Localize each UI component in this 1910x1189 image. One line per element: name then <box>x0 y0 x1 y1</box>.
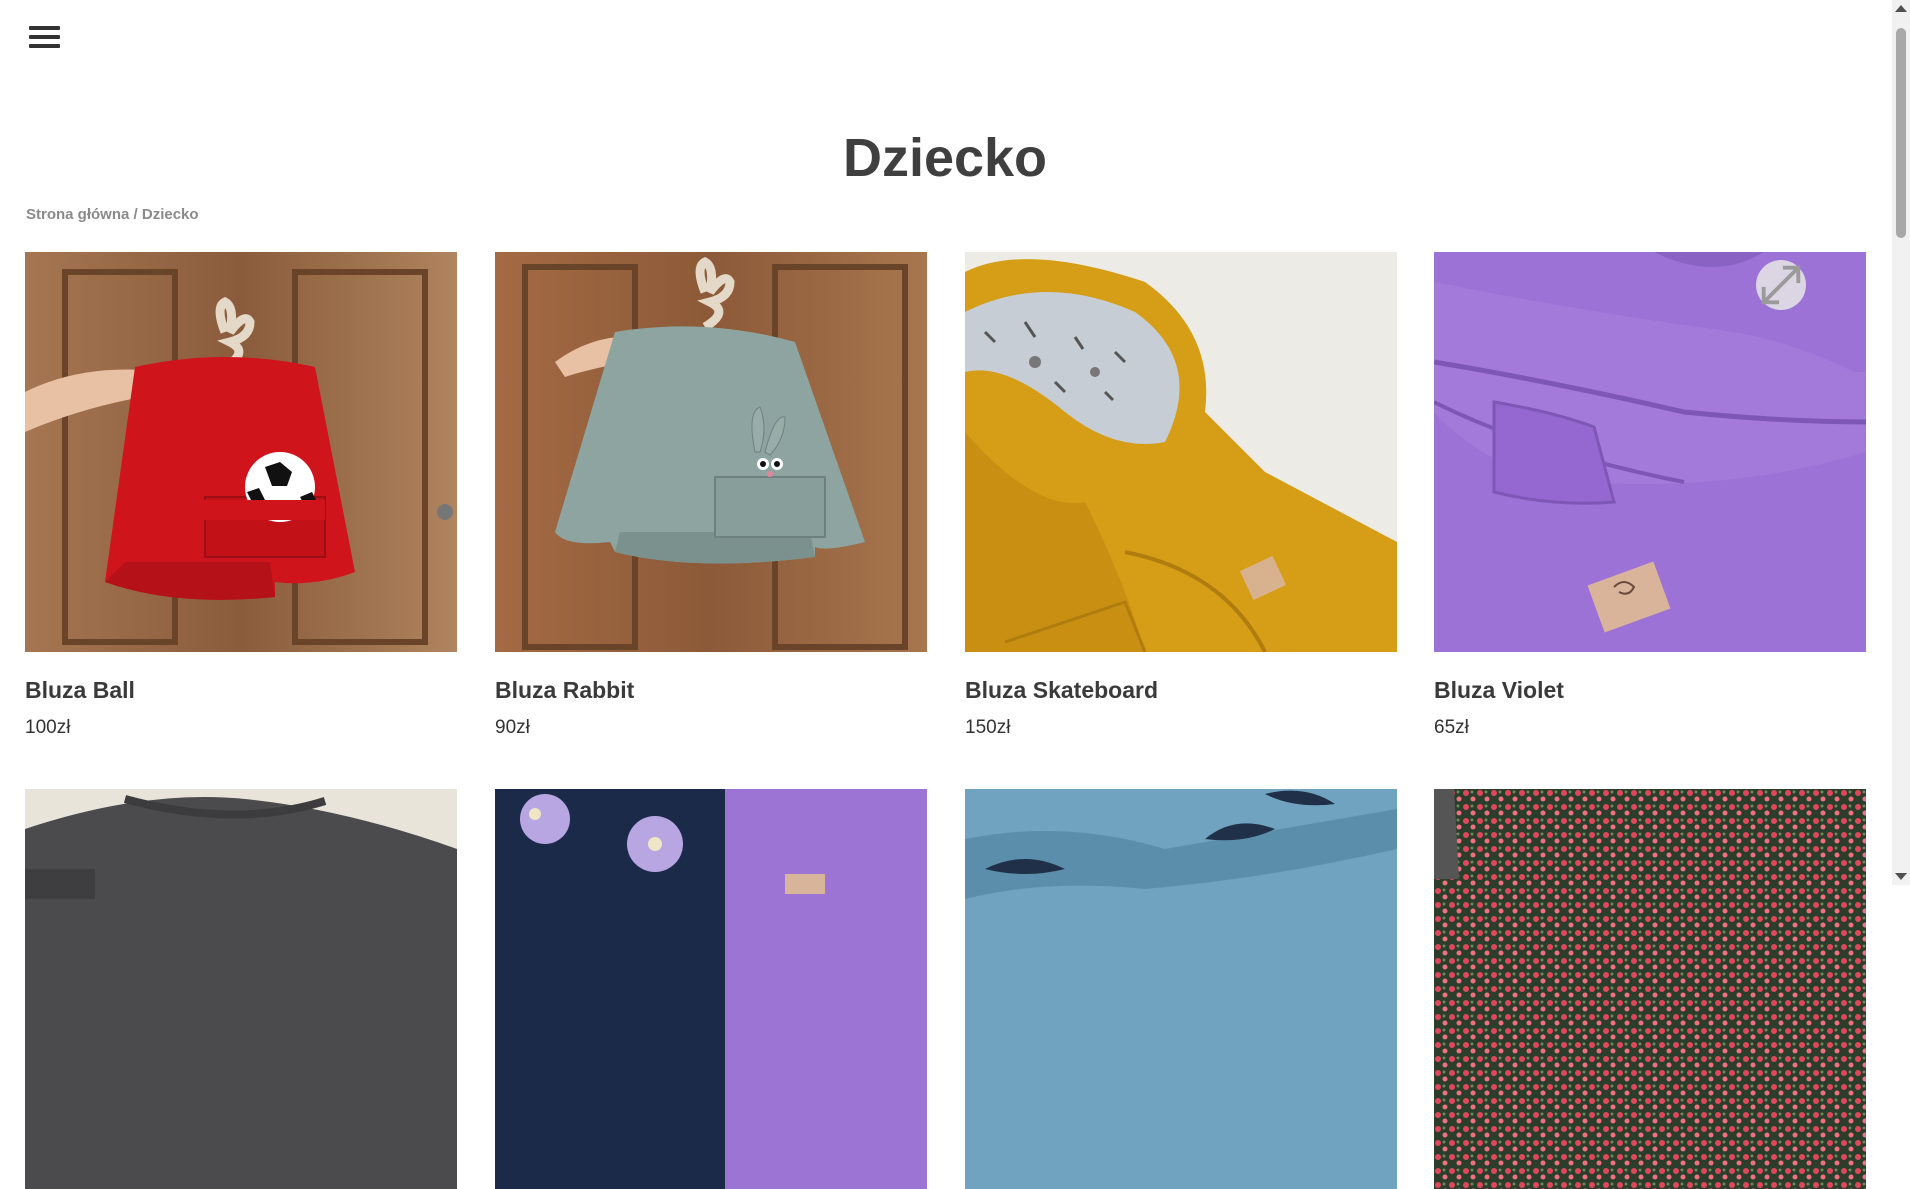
product-title[interactable]: Bluza Violet <box>1434 677 1564 704</box>
product-title[interactable]: Bluza Ball <box>25 677 135 704</box>
expand-icon <box>1761 265 1801 305</box>
product-image <box>25 789 457 1189</box>
product-card[interactable] <box>25 789 457 1189</box>
hamburger-menu-button[interactable] <box>29 26 60 50</box>
product-price: 100zł <box>25 717 71 738</box>
breadcrumb-home-link[interactable]: Strona główna <box>26 206 129 223</box>
product-price: 65zł <box>1434 717 1469 738</box>
product-price: 150zł <box>965 717 1011 738</box>
product-image <box>965 789 1397 1189</box>
product-image-link[interactable] <box>965 252 1397 652</box>
product-image-link[interactable] <box>965 789 1397 1189</box>
product-image-bluza-violet <box>1434 252 1866 652</box>
product-image-link[interactable] <box>1434 252 1866 652</box>
product-image-link[interactable] <box>495 789 927 1189</box>
product-card[interactable]: Bluza Skateboard 150zł <box>965 252 1397 738</box>
product-card[interactable] <box>495 789 927 1189</box>
product-card[interactable]: Bluza Violet 65zł <box>1434 252 1866 738</box>
hamburger-icon <box>29 26 60 30</box>
product-image-bluza-ball <box>25 252 457 652</box>
product-image-link[interactable] <box>495 252 927 652</box>
scroll-up-arrow-icon[interactable] <box>1895 5 1907 12</box>
page-title: Dziecko <box>842 128 1048 188</box>
product-image <box>1434 789 1866 1189</box>
product-image <box>495 789 927 1189</box>
scroll-down-arrow-icon[interactable] <box>1895 873 1907 880</box>
scrollbar-thumb[interactable] <box>1896 28 1906 238</box>
product-price: 90zł <box>495 717 530 738</box>
product-image-link[interactable] <box>25 252 457 652</box>
product-image-link[interactable] <box>1434 789 1866 1189</box>
product-title[interactable]: Bluza Rabbit <box>495 677 634 704</box>
breadcrumb: Strona główna / Dziecko <box>26 206 199 223</box>
page-scrollbar[interactable] <box>1892 0 1910 885</box>
breadcrumb-separator: / <box>129 206 142 223</box>
product-title[interactable]: Bluza Skateboard <box>965 677 1158 704</box>
product-image-bluza-skateboard <box>965 252 1397 652</box>
product-card[interactable] <box>965 789 1397 1189</box>
product-card[interactable]: Bluza Ball 100zł <box>25 252 457 738</box>
product-image-bluza-rabbit <box>495 252 927 652</box>
product-image-link[interactable] <box>25 789 457 1189</box>
product-card[interactable]: Bluza Rabbit 90zł <box>495 252 927 738</box>
breadcrumb-current: Dziecko <box>141 206 199 223</box>
expand-image-button[interactable] <box>1756 260 1806 310</box>
product-card[interactable] <box>1434 789 1866 1189</box>
